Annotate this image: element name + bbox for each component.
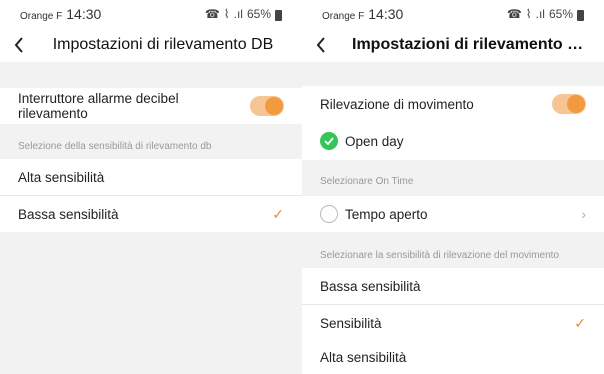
back-button[interactable]	[0, 37, 36, 53]
page-title: Impostazioni di rilevamento di m...	[352, 36, 604, 53]
status-time: 14:30	[368, 6, 404, 22]
option-label: Bassa sensibilità	[18, 206, 119, 222]
option-low-sensitivity[interactable]: Bassa sensibilità	[302, 268, 604, 304]
back-button[interactable]	[302, 37, 338, 53]
motion-detection-row: Rilevazione di movimento	[302, 86, 604, 122]
chevron-left-icon	[316, 37, 325, 53]
signal-icon: .ıl	[535, 7, 545, 21]
checkmark-icon: ✓	[574, 314, 586, 331]
checkmark-icon: ✓	[272, 205, 284, 222]
decibel-alarm-row: Interruttore allarme decibel rilevamento	[0, 88, 302, 124]
nav-bar: Impostazioni di rilevamento DB	[0, 28, 302, 62]
decibel-alarm-label: Interruttore allarme decibel rilevamento	[18, 91, 179, 121]
alarm-icon: ☎	[204, 7, 220, 21]
carrier-name: Orange F	[322, 11, 365, 22]
motion-detection-toggle[interactable]	[552, 94, 586, 114]
status-time: 14:30	[66, 6, 102, 22]
battery-level: 65%	[246, 7, 271, 21]
alarm-icon: ☎	[506, 7, 522, 21]
battery-icon	[275, 9, 282, 21]
status-carrier-time: Orange F 14:30	[322, 6, 403, 22]
chevron-left-icon	[14, 37, 23, 53]
status-bar: Orange F 14:30 ☎ ⌇ .ıl 65%	[0, 0, 302, 28]
wifi-icon: ⌇	[525, 7, 532, 21]
right-screen: Orange F 14:30 ☎ ⌇ .ıl 65% Impostazioni …	[302, 0, 604, 374]
sensitivity-section-label: Selezionare la sensibilità di rilevazion…	[320, 249, 560, 261]
on-time-section-label: Selezionare On Time	[320, 175, 414, 187]
option-high-sensitivity[interactable]: Alta sensibilità	[302, 341, 604, 374]
option-label: Alta sensibilità	[320, 350, 407, 365]
status-icons: ☎ ⌇ .ıl 65%	[507, 7, 584, 21]
tempo-aperto-label: Tempo aperto	[345, 206, 428, 222]
page-title: Impostazioni di rilevamento DB	[52, 36, 274, 53]
check-circle-icon	[320, 132, 338, 150]
battery-level: 65%	[548, 7, 573, 21]
chevron-right-icon: ›	[581, 206, 586, 222]
toggle-knob	[567, 95, 585, 113]
wifi-icon: ⌇	[223, 7, 230, 21]
tempo-aperto-row[interactable]: Tempo aperto ›	[302, 196, 604, 232]
nav-bar: Impostazioni di rilevamento di m...	[302, 28, 604, 62]
signal-icon: .ıl	[233, 7, 243, 21]
decibel-alarm-toggle[interactable]	[250, 96, 284, 116]
option-sensitivity[interactable]: Sensibilità ✓	[302, 305, 604, 341]
option-label: Sensibilità	[320, 315, 382, 331]
motion-detection-label: Rilevazione di movimento	[320, 96, 474, 112]
carrier-name: Orange F	[20, 11, 63, 22]
open-day-label: Open day	[345, 133, 404, 149]
open-day-row[interactable]: Open day	[302, 122, 604, 160]
option-label: Bassa sensibilità	[320, 278, 421, 294]
left-screen: Orange F 14:30 ☎ ⌇ .ıl 65% Impostazioni …	[0, 0, 302, 374]
status-bar: Orange F 14:30 ☎ ⌇ .ıl 65%	[302, 0, 604, 28]
radio-circle-icon	[320, 205, 338, 223]
option-high-sensitivity[interactable]: Alta sensibilità	[0, 159, 302, 195]
option-label: Alta sensibilità	[18, 169, 105, 185]
toggle-knob	[265, 97, 283, 115]
status-carrier-time: Orange F 14:30	[20, 6, 101, 22]
section-label: Selezione della sensibilità di rilevamen…	[18, 140, 212, 152]
option-low-sensitivity[interactable]: Bassa sensibilità ✓	[0, 196, 302, 232]
status-icons: ☎ ⌇ .ıl 65%	[205, 7, 282, 21]
battery-icon	[577, 9, 584, 21]
